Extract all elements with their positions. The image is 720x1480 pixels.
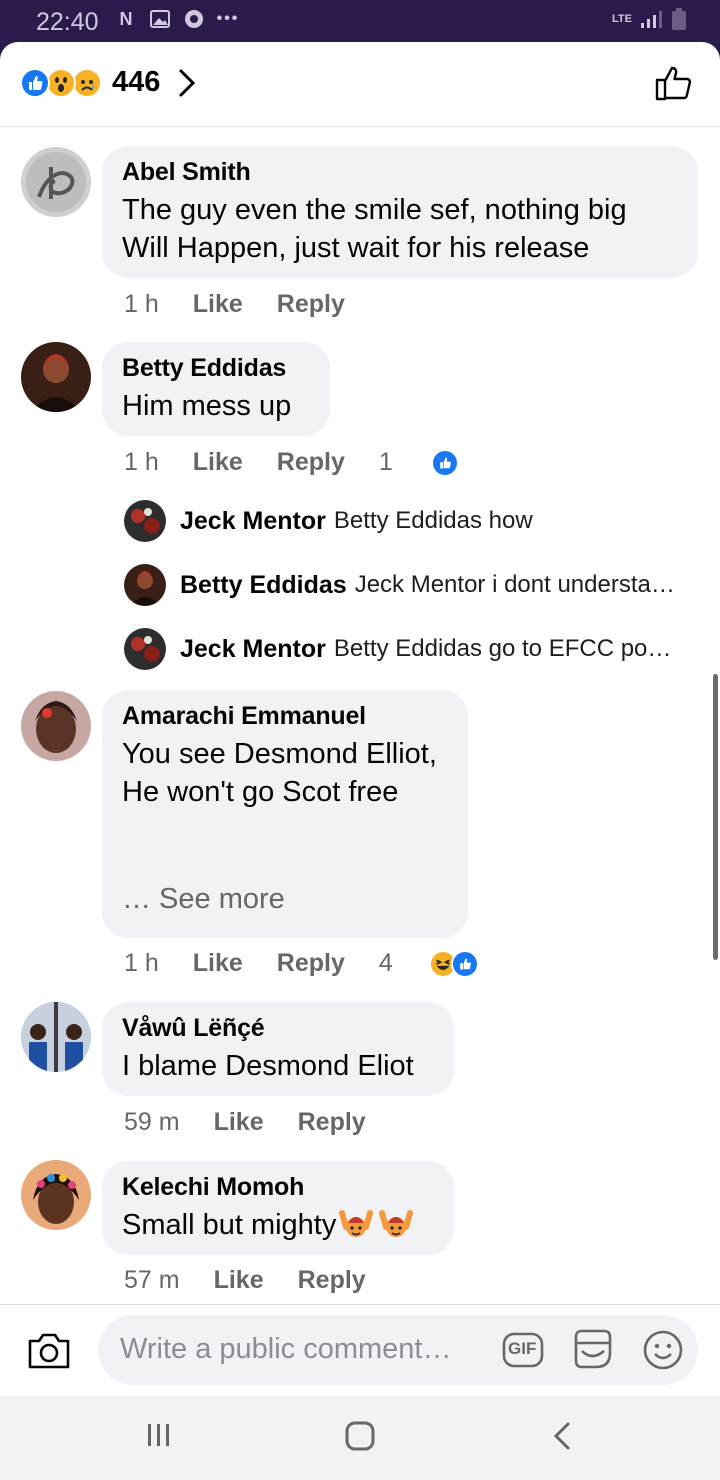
notification-icons: N ••• <box>114 8 240 30</box>
gif-label: GIF <box>508 1339 537 1358</box>
like-button[interactable]: Like <box>193 448 243 477</box>
lte-label: LTE <box>612 13 632 25</box>
like-icon <box>20 67 50 98</box>
sticker-icon[interactable] <box>570 1327 614 1371</box>
comment-time: 1 h <box>124 949 159 977</box>
reply-text: Betty Eddidas go to EFCC po… <box>333 635 672 662</box>
comment-author[interactable]: Abel Smith <box>122 158 678 187</box>
comments-sheet: 446 Abel Smith The guy even the smile se… <box>0 42 720 1396</box>
comment-meta: 57 m Like Reply <box>124 1266 366 1295</box>
comment-reactions[interactable]: 1 <box>379 448 459 477</box>
reply-text: Betty Eddidas how <box>333 507 533 534</box>
reply-author[interactable]: Jeck Mentor <box>180 635 326 664</box>
comment-meta: 1 h Like Reply 1 <box>124 448 459 477</box>
comment-meta: 59 m Like Reply <box>124 1108 366 1137</box>
comment-text: You see Desmond Elliot, He won't go Scot… <box>122 738 437 808</box>
person-raising-hands-emoji-icon <box>339 1210 374 1237</box>
comment-meta: 1 h Like Reply <box>124 290 345 319</box>
wow-icon <box>46 67 76 98</box>
reply-button[interactable]: Reply <box>298 1108 366 1137</box>
comment-bubble[interactable]: Våwû Lëñçé I blame Desmond Eliot <box>102 1002 454 1096</box>
back-icon[interactable] <box>550 1420 574 1452</box>
avatar[interactable] <box>21 1160 91 1230</box>
comment-input[interactable]: Write a public comment… GIF <box>98 1315 698 1385</box>
reply-button[interactable]: Reply <box>277 949 345 978</box>
emoji-icon[interactable] <box>642 1329 684 1371</box>
home-icon[interactable] <box>344 1420 376 1452</box>
reply-button[interactable]: Reply <box>277 448 345 477</box>
sad-icon <box>72 67 102 98</box>
comment-bubble[interactable]: Betty Eddidas Him mess up <box>102 342 330 436</box>
reactions-header: 446 <box>0 42 720 127</box>
reply-item[interactable]: Jeck Mentor Betty Eddidas how <box>124 500 694 542</box>
comment-bubble[interactable]: Abel Smith The guy even the smile sef, n… <box>102 146 698 278</box>
reply-button[interactable]: Reply <box>298 1266 366 1295</box>
like-icon <box>430 448 459 477</box>
comment-author[interactable]: Kelechi Momoh <box>122 1173 434 1202</box>
gallery-icon <box>148 8 172 30</box>
reply-button[interactable]: Reply <box>277 290 345 319</box>
comment-input-placeholder: Write a public comment… <box>120 1333 452 1365</box>
reactions-summary[interactable]: 446 <box>20 66 196 99</box>
like-button[interactable]: Like <box>214 1266 264 1295</box>
like-button[interactable]: Like <box>193 290 243 319</box>
avatar[interactable] <box>124 564 166 606</box>
comment-time: 59 m <box>124 1108 180 1136</box>
comment-composer: Write a public comment… GIF <box>0 1304 720 1396</box>
signal-icon <box>641 11 662 28</box>
system-nav-bar <box>0 1396 720 1480</box>
comment-text-content: Small but mighty <box>122 1209 337 1241</box>
reply-item[interactable]: Betty Eddidas Jeck Mentor i dont underst… <box>124 564 694 606</box>
chrome-icon <box>182 8 206 30</box>
reaction-count: 1 <box>378 448 393 476</box>
avatar[interactable] <box>21 691 91 761</box>
comment-text: The guy even the smile sef, nothing big … <box>122 194 627 264</box>
chevron-right-icon <box>179 69 196 96</box>
comment-author[interactable]: Amarachi Emmanuel <box>122 702 448 731</box>
reply-author[interactable]: Betty Eddidas <box>180 571 347 600</box>
reply-item[interactable]: Jeck Mentor Betty Eddidas go to EFCC po… <box>124 628 694 670</box>
comment-author[interactable]: Betty Eddidas <box>122 354 310 383</box>
comment-time: 57 m <box>124 1266 180 1294</box>
reaction-count: 446 <box>112 66 161 98</box>
camera-icon[interactable] <box>26 1331 72 1371</box>
comment-author[interactable]: Våwû Lëñçé <box>122 1014 434 1043</box>
avatar[interactable] <box>21 147 91 217</box>
avatar[interactable] <box>21 1002 91 1072</box>
like-icon <box>450 949 479 978</box>
reply-author[interactable]: Jeck Mentor <box>180 507 326 536</box>
comment-meta: 1 h Like Reply 4 <box>124 949 479 978</box>
like-button[interactable]: Like <box>193 949 243 978</box>
comment-text: Small but mighty <box>122 1206 434 1244</box>
avatar[interactable] <box>21 342 91 412</box>
scrollbar[interactable] <box>713 674 718 960</box>
comment-text: Him mess up <box>122 390 292 422</box>
recent-apps-icon[interactable] <box>144 1420 174 1450</box>
comment-time: 1 h <box>124 448 159 476</box>
avatar[interactable] <box>124 628 166 670</box>
battery-icon <box>672 8 686 30</box>
status-bar: 22:40 N ••• LTE <box>0 0 720 44</box>
status-time: 22:40 <box>36 8 99 36</box>
avatar[interactable] <box>124 500 166 542</box>
see-more-link[interactable]: … See more <box>122 883 448 916</box>
comment-reactions[interactable]: 4 <box>379 949 479 978</box>
comment-text: I blame Desmond Eliot <box>122 1050 414 1082</box>
person-raising-hands-emoji-icon <box>379 1210 414 1237</box>
comment-time: 1 h <box>124 290 159 318</box>
comment-bubble[interactable]: Kelechi Momoh Small but mighty <box>102 1161 454 1255</box>
reaction-count: 4 <box>378 949 393 977</box>
reply-text: Jeck Mentor i dont understa… <box>354 571 675 598</box>
comment-bubble[interactable]: Amarachi Emmanuel You see Desmond Elliot… <box>102 690 468 938</box>
more-dots-icon: ••• <box>216 10 240 27</box>
like-outline-icon[interactable] <box>654 64 692 102</box>
like-button[interactable]: Like <box>214 1108 264 1137</box>
n-icon: N <box>119 8 133 29</box>
